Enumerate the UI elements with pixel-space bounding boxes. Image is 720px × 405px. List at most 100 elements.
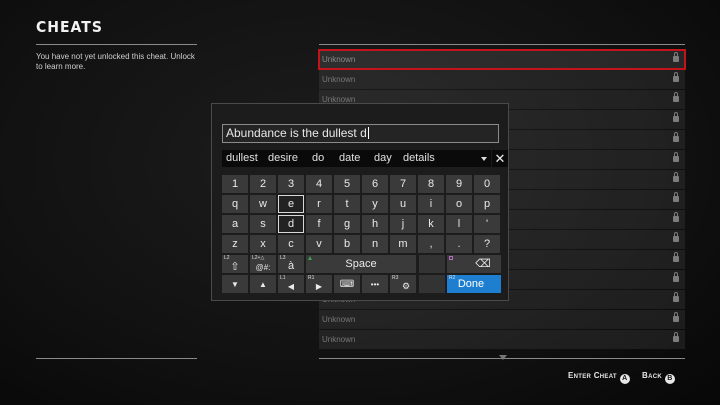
lock-icon bbox=[673, 192, 679, 202]
suggestion-item[interactable]: day bbox=[374, 150, 392, 167]
key-2-0[interactable]: a bbox=[222, 215, 248, 233]
suggestion-item[interactable]: desire bbox=[268, 150, 298, 167]
key-2-5[interactable]: h bbox=[362, 215, 388, 233]
back-prompt[interactable]: Back B bbox=[642, 371, 675, 384]
key-0-1[interactable]: 2 bbox=[250, 175, 276, 193]
l1-hint: L1 bbox=[280, 275, 286, 281]
key-0-5[interactable]: 6 bbox=[362, 175, 388, 193]
key-3-3[interactable]: v bbox=[306, 235, 332, 253]
accent-label: à bbox=[287, 260, 295, 272]
key-2-7[interactable]: k bbox=[418, 215, 444, 233]
page-title: CHEATS bbox=[36, 19, 103, 37]
key-3-5[interactable]: n bbox=[362, 235, 388, 253]
l2-triangle-hint: L2+△ bbox=[252, 255, 265, 261]
key-3-1[interactable]: x bbox=[250, 235, 276, 253]
l3-hint: L3 bbox=[280, 255, 286, 261]
lock-icon bbox=[673, 132, 679, 142]
key-1-3[interactable]: r bbox=[306, 195, 332, 213]
more-options-key[interactable]: ••• bbox=[362, 275, 388, 293]
space-label: Space bbox=[345, 258, 377, 270]
lock-icon bbox=[673, 212, 679, 222]
r2-hint: R2 bbox=[449, 275, 456, 281]
lock-icon bbox=[673, 112, 679, 122]
key-0-4[interactable]: 5 bbox=[334, 175, 360, 193]
shift-icon: ⇧ bbox=[230, 261, 240, 273]
enter-cheat-prompt[interactable]: Enter Cheat A bbox=[568, 371, 630, 384]
key-2-2[interactable]: d bbox=[278, 215, 304, 233]
key-3-0[interactable]: z bbox=[222, 235, 248, 253]
suggestion-item[interactable]: dullest bbox=[226, 150, 258, 167]
cheat-row[interactable]: Unknown bbox=[319, 310, 685, 329]
key-0-7[interactable]: 8 bbox=[418, 175, 444, 193]
close-keyboard-button[interactable]: ✕ bbox=[492, 150, 508, 167]
key-2-1[interactable]: s bbox=[250, 215, 276, 233]
symbols-key[interactable]: L2+△ @#: bbox=[250, 255, 276, 273]
lock-icon bbox=[673, 292, 679, 302]
cursor-up-key[interactable]: ▲ bbox=[250, 275, 276, 293]
arrow-down-icon: ▼ bbox=[231, 280, 239, 289]
key-0-9[interactable]: 0 bbox=[474, 175, 500, 193]
lock-icon bbox=[673, 92, 679, 102]
keyboard-settings-key[interactable]: R3 ⚙ bbox=[390, 275, 416, 293]
shift-key[interactable]: L2 ⇧ bbox=[222, 255, 248, 273]
cheat-text-input[interactable]: Abundance is the dullest d bbox=[222, 124, 499, 143]
arrow-right-icon: ▶ bbox=[315, 282, 323, 291]
key-2-3[interactable]: f bbox=[306, 215, 332, 233]
key-3-2[interactable]: c bbox=[278, 235, 304, 253]
cursor-left-key[interactable]: L1 ◀ bbox=[278, 275, 304, 293]
right-top-divider bbox=[319, 44, 685, 45]
key-0-0[interactable]: 1 bbox=[222, 175, 248, 193]
settings-icon: ⚙ bbox=[401, 281, 411, 291]
key-1-5[interactable]: y bbox=[362, 195, 388, 213]
key-3-4[interactable]: b bbox=[334, 235, 360, 253]
key-0-8[interactable]: 9 bbox=[446, 175, 472, 193]
lock-icon bbox=[673, 52, 679, 62]
key-1-9[interactable]: p bbox=[474, 195, 500, 213]
suggestion-item[interactable]: details bbox=[403, 150, 435, 167]
key-1-7[interactable]: i bbox=[418, 195, 444, 213]
key-3-8[interactable]: . bbox=[446, 235, 472, 253]
text-caret bbox=[367, 127, 369, 139]
key-0-2[interactable]: 3 bbox=[278, 175, 304, 193]
key-3-7[interactable]: , bbox=[418, 235, 444, 253]
key-1-0[interactable]: q bbox=[222, 195, 248, 213]
back-button-icon: B bbox=[664, 374, 675, 384]
key-2-8[interactable]: l bbox=[446, 215, 472, 233]
key-2-9[interactable]: ' bbox=[474, 215, 500, 233]
key-2-6[interactable]: j bbox=[390, 215, 416, 233]
more-icon: ••• bbox=[370, 280, 380, 289]
lock-icon bbox=[673, 152, 679, 162]
key-1-6[interactable]: u bbox=[390, 195, 416, 213]
cheat-row[interactable]: Unknown bbox=[319, 330, 685, 349]
done-button[interactable]: R2 Done bbox=[447, 275, 501, 293]
onscreen-keyboard: Abundance is the dullest d dullest desir… bbox=[211, 103, 509, 301]
cursor-down-key[interactable]: ▼ bbox=[222, 275, 248, 293]
lock-icon bbox=[673, 312, 679, 322]
key-1-2[interactable]: e bbox=[278, 195, 304, 213]
key-1-1[interactable]: w bbox=[250, 195, 276, 213]
confirm-button-icon: A bbox=[619, 374, 630, 384]
space-key[interactable]: Space bbox=[306, 255, 416, 273]
key-2-4[interactable]: g bbox=[334, 215, 360, 233]
suggestion-item[interactable]: date bbox=[339, 150, 360, 167]
key-1-4[interactable]: t bbox=[334, 195, 360, 213]
r1-hint: R1 bbox=[308, 275, 315, 281]
key-3-6[interactable]: m bbox=[390, 235, 416, 253]
enter-cheat-label: Enter Cheat bbox=[568, 371, 617, 380]
cheat-description: You have not yet unlocked this cheat. Un… bbox=[36, 52, 195, 71]
cursor-right-key[interactable]: R1 ▶ bbox=[306, 275, 332, 293]
key-0-6[interactable]: 7 bbox=[390, 175, 416, 193]
list-scroll-indicator bbox=[499, 355, 507, 360]
l2-hint: L2 bbox=[224, 255, 230, 261]
symbols-label: @#: bbox=[255, 263, 271, 272]
key-0-3[interactable]: 4 bbox=[306, 175, 332, 193]
key-3-9[interactable]: ? bbox=[474, 235, 500, 253]
suggestion-item[interactable]: do bbox=[312, 150, 324, 167]
keyboard-layout-key[interactable]: ⌨ bbox=[334, 275, 360, 293]
accent-key[interactable]: L3 à bbox=[278, 255, 304, 273]
suggestions-expand-icon[interactable] bbox=[477, 150, 491, 167]
backspace-key[interactable]: ⌫ bbox=[447, 255, 501, 273]
cheat-row[interactable]: Unknown bbox=[318, 49, 686, 70]
key-1-8[interactable]: o bbox=[446, 195, 472, 213]
cheat-row[interactable]: Unknown bbox=[319, 70, 685, 89]
